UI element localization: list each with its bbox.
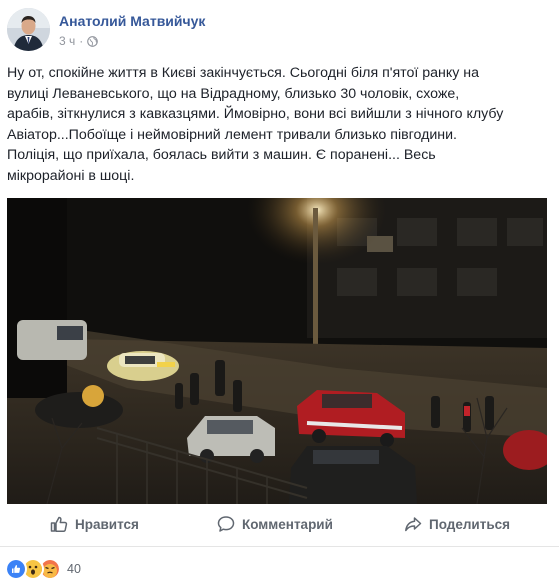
night-street-photo — [7, 198, 547, 504]
post-text-line: Ну от, спокійне життя в Києві закінчуєть… — [7, 65, 480, 81]
post-text: Ну от, спокійне життя в Києві закінчуєть… — [7, 63, 552, 186]
share-button[interactable]: Поделиться — [404, 509, 510, 539]
share-label: Поделиться — [429, 516, 511, 532]
share-icon — [405, 517, 422, 532]
post-text-line: арабів, зіткнулися з кавказцями. Ймовірн… — [7, 106, 504, 122]
reactions-summary[interactable]: 40 — [5, 558, 81, 580]
thumbs-up-icon — [50, 516, 68, 533]
comment-label: Комментарий — [242, 516, 333, 532]
actions-divider — [0, 546, 559, 547]
author-name[interactable]: Анатолий Матвийчук — [59, 13, 205, 29]
post-meta: 3 ч · — [59, 34, 99, 48]
comment-icon — [217, 516, 235, 532]
like-button[interactable]: Нравится — [50, 509, 139, 539]
post-text-line: мікрорайоні в шоці. — [7, 167, 135, 184]
post-actions: Нравится Комментарий Поделиться — [0, 509, 559, 539]
like-label: Нравится — [75, 516, 139, 532]
reactions-count: 40 — [67, 562, 81, 576]
comment-button[interactable]: Комментарий — [217, 509, 333, 539]
author-avatar[interactable] — [7, 8, 50, 51]
globe-icon[interactable] — [87, 35, 99, 47]
post-text-line: Авіатор...Побоїще і неймовірний лемент т… — [7, 126, 457, 143]
facebook-post: Анатолий Матвийчук 3 ч · Ну от, спокійне… — [0, 0, 559, 588]
like-reaction-icon — [5, 558, 27, 580]
post-text-line: вулиці Леваневського, що на Відрадному, … — [7, 85, 460, 102]
post-text-line: Поліція, що приїхала, боялась вийти з ма… — [7, 147, 436, 163]
post-time[interactable]: 3 ч — [59, 34, 75, 48]
meta-separator: · — [79, 34, 84, 48]
post-photo[interactable] — [7, 198, 547, 504]
avatar-photo — [7, 8, 50, 51]
